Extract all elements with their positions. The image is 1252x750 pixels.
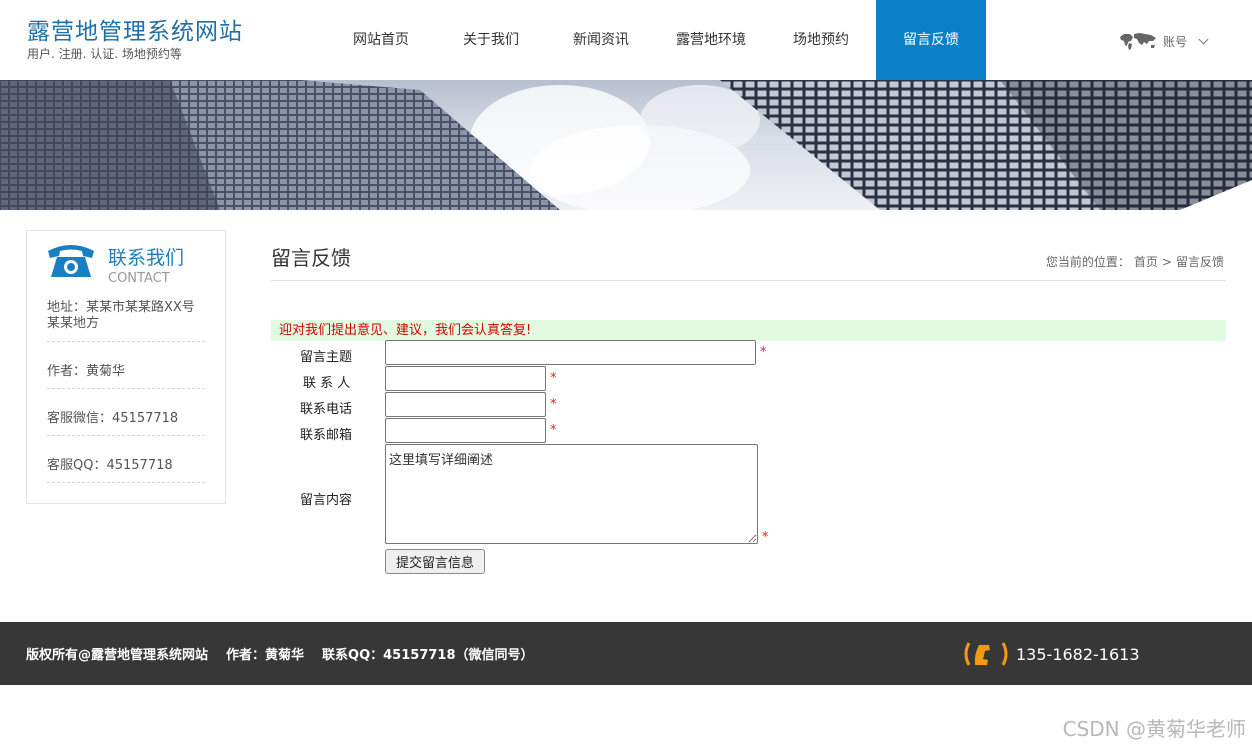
footer-phone: 135-1682-1613 bbox=[962, 639, 1140, 669]
contact-title-en: CONTACT bbox=[108, 271, 170, 286]
site-header: 露营地管理系统网站 用户. 注册. 认证. 场地预约等 网站首页 关于我们 新闻… bbox=[0, 0, 1252, 80]
required-mark: * bbox=[550, 397, 557, 412]
breadcrumb-current: 留言反馈 bbox=[1175, 255, 1224, 269]
nav-item-booking[interactable]: 场地预约 bbox=[766, 0, 876, 80]
breadcrumb-home-link[interactable]: 首页 bbox=[1134, 255, 1158, 269]
banner-skyscrapers bbox=[0, 80, 1252, 210]
csdn-watermark: CSDN @黄菊华老师 bbox=[1062, 717, 1246, 741]
telephone-icon bbox=[48, 245, 94, 277]
contact-qq: 客服QQ：45157718 bbox=[47, 458, 205, 483]
email-label: 联系邮箱 bbox=[300, 428, 353, 443]
title-divider bbox=[271, 280, 1226, 281]
submit-button[interactable]: 提交留言信息 bbox=[385, 549, 485, 574]
nav-item-feedback[interactable]: 留言反馈 bbox=[876, 0, 986, 80]
contact-title: 联系我们 bbox=[108, 247, 185, 269]
site-title[interactable]: 露营地管理系统网站 bbox=[27, 12, 243, 46]
content-label: 留言内容 bbox=[300, 493, 353, 508]
contact-sidebar: 联系我们 CONTACT 地址：某某市某某路XX号某某地方 作者：黄菊华 客服微… bbox=[26, 230, 226, 504]
account-label[interactable]: 账号 bbox=[1163, 33, 1187, 50]
email-input[interactable] bbox=[385, 418, 546, 443]
contact-author: 作者：黄菊华 bbox=[47, 364, 205, 389]
contact-wechat: 客服微信：45157718 bbox=[47, 411, 205, 436]
notice-banner: 迎对我们提出意见、建议，我们会认真答复! bbox=[271, 320, 1226, 341]
nav-item-environment[interactable]: 露营地环境 bbox=[656, 0, 766, 80]
required-mark: * bbox=[762, 530, 769, 545]
contact-address: 地址：某某市某某路XX号某某地方 bbox=[47, 300, 205, 342]
subject-input[interactable] bbox=[385, 340, 756, 365]
footer-qq: 联系QQ：45157718（微信同号） bbox=[322, 648, 534, 663]
nav-item-news[interactable]: 新闻资讯 bbox=[546, 0, 656, 80]
required-mark: * bbox=[760, 345, 767, 360]
nav-item-about[interactable]: 关于我们 bbox=[436, 0, 546, 80]
phone-handset-icon bbox=[964, 642, 1008, 666]
footer-phone-number: 135-1682-1613 bbox=[1016, 644, 1140, 664]
breadcrumb-separator: > bbox=[1161, 255, 1172, 269]
contact-person-input[interactable] bbox=[385, 366, 546, 391]
world-map-icon bbox=[1120, 33, 1156, 50]
footer-author: 作者：黄菊华 bbox=[226, 648, 305, 663]
contact-person-label: 联 系 人 bbox=[303, 376, 351, 391]
account-menu[interactable]: 账号 bbox=[1118, 30, 1209, 52]
site-subtitle: 用户. 注册. 认证. 场地预约等 bbox=[27, 47, 182, 61]
chevron-down-icon[interactable] bbox=[1198, 34, 1209, 44]
phone-input[interactable] bbox=[385, 392, 546, 417]
phone-label: 联系电话 bbox=[300, 402, 353, 417]
footer-info: 版权所有@露营地管理系统网站 作者：黄菊华 联系QQ：45157718（微信同号） bbox=[26, 644, 552, 663]
subject-label: 留言主题 bbox=[300, 350, 353, 365]
footer-copyright: 版权所有@露营地管理系统网站 bbox=[26, 648, 209, 663]
content-textarea[interactable]: 这里填写详细阐述 bbox=[385, 444, 758, 544]
nav-item-home[interactable]: 网站首页 bbox=[326, 0, 436, 80]
main-nav: 网站首页 关于我们 新闻资讯 露营地环境 场地预约 留言反馈 bbox=[326, 0, 986, 80]
page-title: 留言反馈 bbox=[271, 246, 351, 270]
banner-image bbox=[0, 80, 1252, 210]
contact-header: 联系我们 CONTACT bbox=[46, 241, 216, 291]
site-footer: 版权所有@露营地管理系统网站 作者：黄菊华 联系QQ：45157718（微信同号） … bbox=[0, 622, 1252, 685]
required-mark: * bbox=[550, 371, 557, 386]
breadcrumb-prefix: 您当前的位置： bbox=[1045, 255, 1130, 269]
required-mark: * bbox=[550, 423, 557, 438]
breadcrumb: 您当前的位置： 首页 > 留言反馈 bbox=[1044, 253, 1226, 270]
